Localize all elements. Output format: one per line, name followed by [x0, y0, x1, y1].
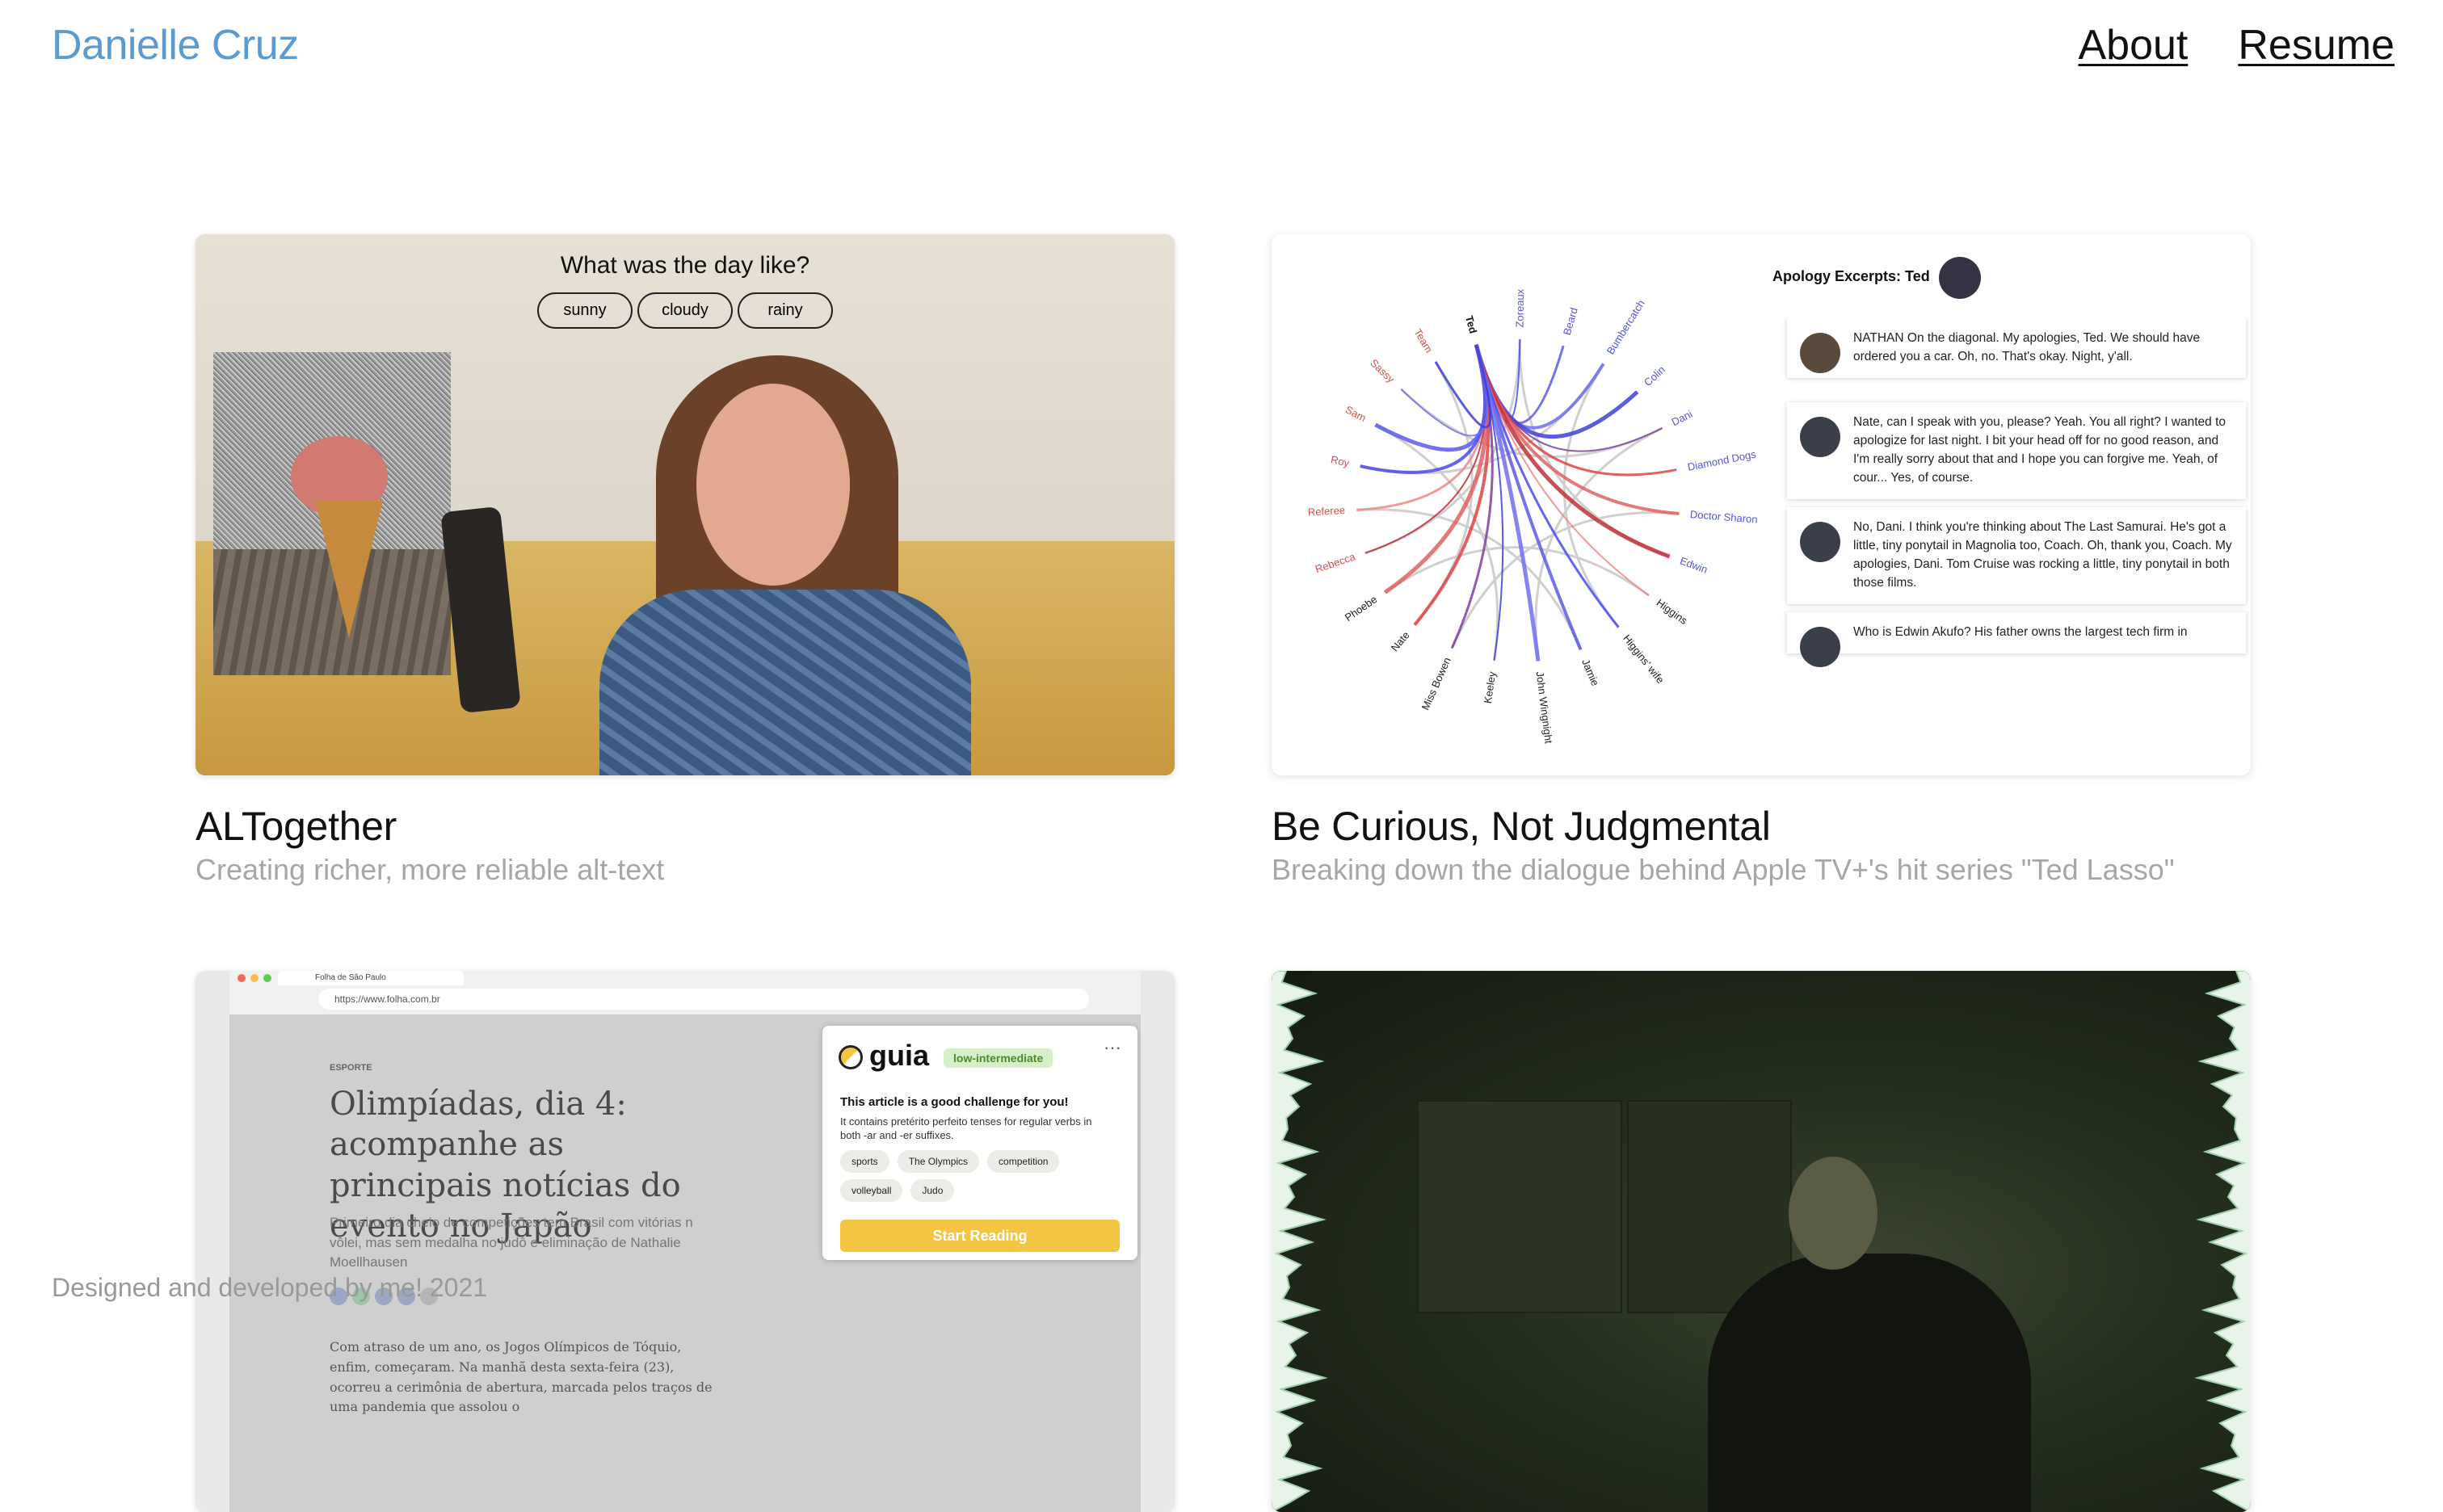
chord-line: [1384, 546, 1650, 597]
person-head: [1789, 1157, 1877, 1270]
chord-line: [1374, 344, 1488, 452]
address-bar[interactable]: https://www.folha.com.br: [318, 989, 1089, 1010]
topic-tags: sports The Olympics competition volleyba…: [840, 1150, 1115, 1202]
challenge-heading: This article is a good challenge for you…: [840, 1095, 1069, 1109]
excerpt-bubble: No, Dani. I think you're thinking about …: [1787, 507, 2246, 604]
person-body: [1708, 1254, 2031, 1512]
chord-lines: [1356, 338, 1680, 662]
left-waveform: [1272, 971, 1328, 1512]
tag-chip[interactable]: volleyball: [840, 1179, 903, 1202]
level-badge: low-intermediate: [944, 1048, 1053, 1068]
browser-chrome: Folha de São Paulo https://www.folha.com…: [229, 971, 1141, 1015]
project-subtitle: Creating richer, more reliable alt-text: [196, 853, 665, 886]
project-thumbnail[interactable]: [1272, 971, 2251, 1512]
excerpt-bubble: NATHAN On the diagonal. My apologies, Te…: [1787, 318, 2246, 378]
tag-chip[interactable]: sports: [840, 1150, 889, 1173]
top-nav: About Resume: [2078, 21, 2395, 69]
nav-about-link[interactable]: About: [2078, 21, 2188, 69]
avatar: [1800, 522, 1840, 562]
window-controls: [238, 974, 271, 982]
chip-sunny: sunny: [537, 292, 633, 329]
project-thumbnail[interactable]: Folha de São Paulo https://www.folha.com…: [196, 971, 1175, 1512]
project-thumbnail[interactable]: Ted Zoreaux Beard Bumbercatch Colin Dani Diamo…: [1272, 234, 2251, 775]
excerpt-bubble: Who is Edwin Akufo? His father owns the …: [1787, 612, 2246, 667]
avatar: [1800, 627, 1840, 667]
excerpt-bubble: Nate, can I speak with you, please? Yeah…: [1787, 402, 2246, 499]
challenge-description: It contains pretérito perfeito tenses fo…: [840, 1115, 1092, 1142]
project-title[interactable]: ALTogether: [196, 804, 1175, 849]
browser-tab[interactable]: Folha de São Paulo: [278, 971, 464, 985]
chord-label: Zoreaux: [1513, 288, 1527, 328]
excerpt-panel-title: Apology Excerpts: Ted: [1772, 268, 1930, 284]
ted-avatar: [1939, 257, 1981, 299]
person-shirt: [599, 590, 971, 775]
chord-line: [1518, 338, 1671, 558]
start-reading-button[interactable]: Start Reading: [840, 1220, 1120, 1252]
project-title[interactable]: Be Curious, Not Judgmental: [1272, 804, 2251, 849]
answer-chips: sunny cloudy rainy: [196, 292, 1175, 329]
chip-rainy: rainy: [738, 292, 833, 329]
article-lede: Primeiro dia cheio de competições tem Br…: [330, 1215, 693, 1270]
chord-line: [1474, 344, 1620, 628]
project-card-ted-lasso[interactable]: Ted Zoreaux Beard Bumbercatch Colin Dani Diamo…: [1272, 234, 2251, 887]
avatar: [1800, 333, 1840, 373]
project-card-video[interactable]: [1272, 971, 2251, 1512]
person-face: [696, 384, 850, 586]
site-name-link[interactable]: Danielle Cruz: [52, 21, 299, 69]
guia-logo-icon: [839, 1045, 863, 1069]
tag-chip[interactable]: Judo: [910, 1179, 955, 1202]
article-body: Com atraso de um ano, os Jogos Olímpicos…: [330, 1339, 713, 1415]
chord-label: Referee: [1307, 504, 1346, 519]
chord-line: [1356, 508, 1582, 650]
tag-chip[interactable]: competition: [987, 1150, 1060, 1173]
more-options-button[interactable]: ···: [1104, 1037, 1121, 1058]
guia-brand: guia: [869, 1039, 930, 1072]
project-card-guia[interactable]: Folha de São Paulo https://www.folha.com…: [196, 971, 1175, 1512]
project-card-altogether[interactable]: What was the day like? sunny cloudy rain…: [196, 234, 1175, 887]
project-subtitle: Breaking down the dialogue behind Apple …: [1272, 853, 2175, 886]
project-thumbnail[interactable]: What was the day like? sunny cloudy rain…: [196, 234, 1175, 775]
footer-credit: Designed and developed by me! 2021: [52, 1273, 488, 1302]
chip-cloudy: cloudy: [637, 292, 733, 329]
background-cabinet: [1417, 1100, 1622, 1313]
nav-resume-link[interactable]: Resume: [2238, 21, 2395, 69]
excerpt-list: NATHAN On the diagonal. My apologies, Te…: [1781, 318, 2251, 670]
ice-cream-cone: [315, 501, 383, 638]
chord-line: [1434, 344, 1492, 429]
thumbnail-question: What was the day like?: [560, 252, 810, 279]
article-section: ESPORTE: [330, 1063, 372, 1073]
tag-chip[interactable]: The Olympics: [897, 1150, 980, 1173]
guia-panel: guia low-intermediate ··· This article i…: [822, 1026, 1137, 1260]
avatar: [1800, 417, 1840, 457]
right-waveform: [2194, 971, 2251, 1512]
